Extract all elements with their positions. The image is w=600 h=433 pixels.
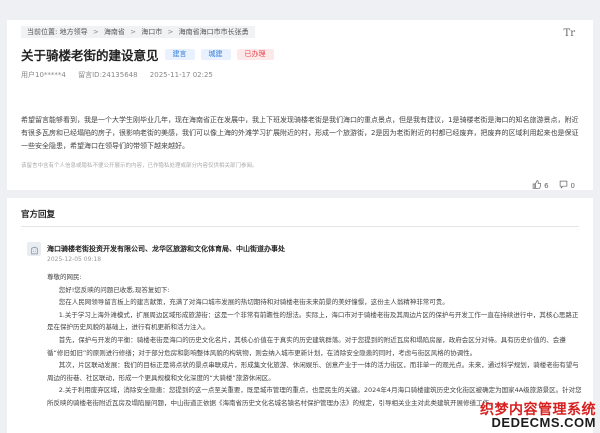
reply-paragraph: 其次，片区联动发展：我们的目标正是将点状的景点串联成片，形成集文化旅游、休闲娱乐… [47, 361, 579, 382]
tag-suggestion: 建言 [164, 49, 195, 60]
user-id: 用户10*****4 [21, 71, 66, 79]
breadcrumb-item-mayor[interactable]: 海南省海口市市长张勇 [179, 28, 249, 36]
message-datetime: 2025-11-17 02:25 [149, 71, 213, 79]
page-title: 关于骑楼老街的建设意见 [21, 48, 159, 63]
message-card: 当前位置: 地方领导 > 海南省 > 海口市 > 海南省海口市市长张勇 Tr 关… [7, 20, 593, 190]
watermark-line2: DEDECMS.COM [491, 415, 596, 430]
reply-section-title: 官方回复 [21, 210, 56, 220]
thumbs-up-icon [532, 180, 542, 191]
building-icon [30, 240, 39, 259]
watermark-line1: 织梦内容管理系统 [480, 401, 596, 417]
breadcrumb-item-hainan[interactable]: 海南省 [104, 28, 125, 36]
avatar [27, 242, 41, 256]
breadcrumb-separator: > [92, 28, 99, 36]
breadcrumb-label: 当前位置: [27, 28, 58, 36]
reply-paragraph: 尊敬的网民: [47, 273, 82, 281]
status-badge: 已办理 [236, 49, 274, 60]
reply-organization: 海口骑楼老街投资开发有限公司、龙华区旅游和文化体育局、中山街道办事处 [47, 245, 285, 253]
breadcrumb: 当前位置: 地方领导 > 海南省 > 海口市 > 海南省海口市市长张勇 [21, 26, 255, 38]
reply-paragraph: 您在人民网领导留言板上的建言献策，充满了对海口城市发展的热切期待和对骑楼老街未来… [58, 298, 449, 307]
breadcrumb-separator: > [167, 28, 174, 36]
privacy-disclaimer: 该留言中含有个人信息或隐私不便公开展示的内容，已作隐私处理或部分内容仅供相关部门… [21, 163, 258, 169]
comment-button[interactable]: 0 [559, 180, 575, 191]
comment-icon [559, 180, 568, 191]
comment-count: 0 [570, 181, 575, 190]
like-button[interactable]: 6 [532, 180, 549, 191]
like-count: 6 [544, 181, 549, 190]
message-content: 希望留言能够看到，我是一个大学生刚毕业几年，现在海南省正在发展中，我上下班发现骑… [21, 116, 579, 150]
tag-urban-construction: 城建 [200, 49, 231, 60]
reply-paragraph: 首先，保护与开发的平衡：骑楼老街是海口的历史文化名片，其核心价值在于真实的历史建… [47, 335, 566, 357]
reply-paragraph: 您好!您反映的问题已收悉,现答复如下: [58, 285, 170, 294]
reply-date: 2025-12-05 09:18 [47, 256, 102, 263]
divider [21, 226, 579, 227]
watermark-logo: 织梦内容管理系统 DEDECMS.COM [480, 402, 596, 429]
message-actions: 6 0 [532, 180, 575, 191]
breadcrumb-item-local-leaders[interactable]: 地方领导 [60, 28, 88, 36]
reply-card: 官方回复 海口骑楼老街投资开发有限公司、龙华区旅游和文化体育局、中山街道办事处 … [7, 198, 593, 433]
breadcrumb-item-haikou[interactable]: 海口市 [141, 28, 162, 36]
reply-paragraph: 1.关于学习上海外滩模式，扩展周边区域形成旅游街：这是一个非常有前瞻性的想法。实… [47, 310, 579, 332]
breadcrumb-separator: > [130, 28, 137, 36]
reply-header: 海口骑楼老街投资开发有限公司、龙华区旅游和文化体育局、中山街道办事处 [27, 242, 285, 256]
message-meta: 用户10*****4 留言ID:24135648 2025-11-17 02:2… [21, 70, 223, 80]
message-id: 留言ID:24135648 [78, 71, 138, 79]
font-size-icon[interactable]: Tr [564, 28, 575, 39]
reply-body: 尊敬的网民: 您好!您反映的问题已收悉,现答复如下: 您在人民网领导留言板上的建… [47, 271, 582, 410]
title-row: 关于骑楼老街的建设意见 建言 城建 已办理 [21, 45, 274, 64]
